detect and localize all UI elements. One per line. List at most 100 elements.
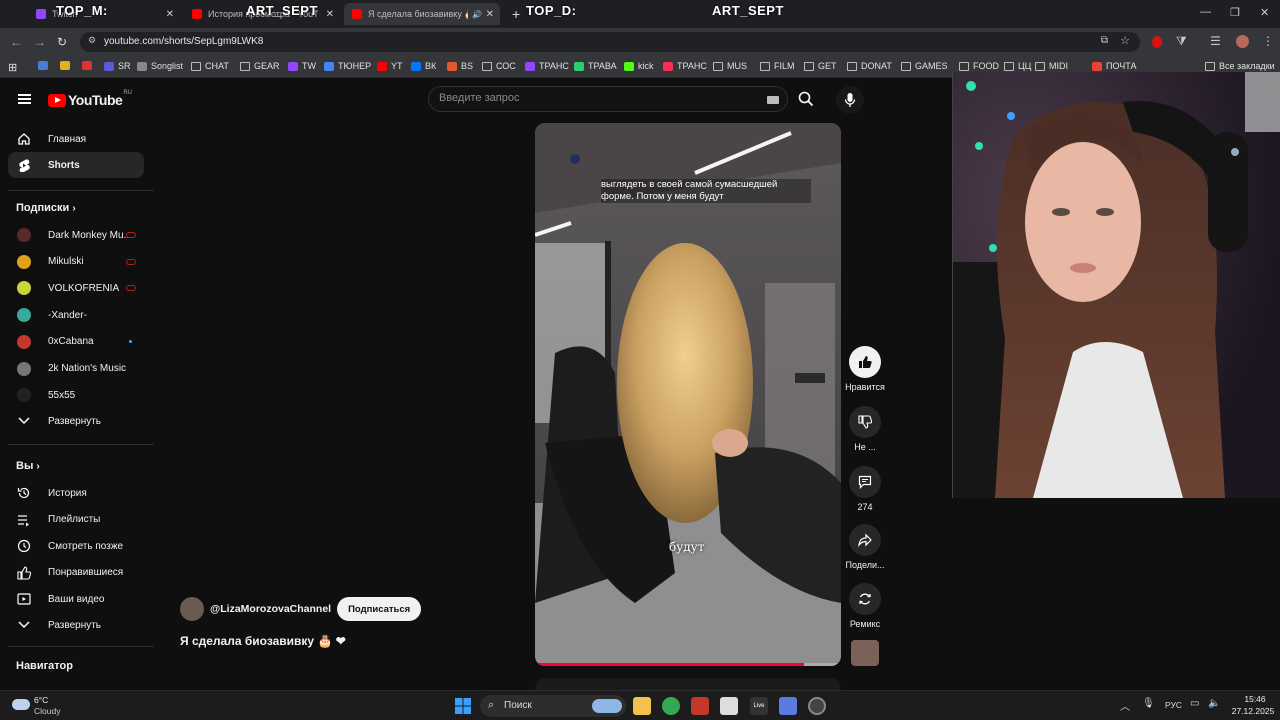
bookmark-icon-3[interactable] — [82, 61, 96, 70]
sidebar-subscription-item[interactable]: Mikulski — [8, 249, 144, 275]
minimize-icon[interactable]: — — [1200, 6, 1211, 18]
app-icon-red[interactable] — [691, 697, 709, 715]
next-short-preview[interactable] — [535, 678, 841, 690]
sidebar-item-history[interactable]: История — [8, 480, 144, 506]
menu-icon[interactable] — [18, 94, 31, 104]
sidebar-subscription-item[interactable]: Dark Monkey Mu... — [8, 222, 144, 248]
short-title[interactable]: Я сделала биозавивку 🎂 ❤ — [180, 634, 346, 648]
extension-opera-icon[interactable] — [1152, 36, 1162, 48]
comments-button[interactable]: 274 — [843, 466, 887, 512]
site-info-icon[interactable]: ⚙ — [88, 35, 96, 46]
bookmark-item[interactable]: ТЮНЕР — [324, 61, 371, 71]
obs-icon[interactable] — [808, 697, 826, 715]
expand-subscriptions-button[interactable]: Развернуть — [8, 408, 144, 434]
install-app-icon[interactable]: ⧉ — [1101, 35, 1108, 46]
dislike-button[interactable]: Не ... — [843, 406, 887, 452]
sidebar-item-your-videos[interactable]: Ваши видео — [8, 586, 144, 612]
sound-thumbnail[interactable] — [851, 640, 879, 666]
bookmark-item[interactable]: ТРАВА — [574, 61, 617, 71]
search-box[interactable] — [428, 86, 788, 112]
bookmark-item[interactable]: ПОЧТА — [1092, 61, 1136, 71]
sidebar-item-watch-later[interactable]: Смотреть позже — [8, 533, 144, 559]
browser-menu-icon[interactable]: ⋮ — [1262, 34, 1274, 48]
app-icon-paint[interactable] — [720, 697, 738, 715]
close-tab-icon[interactable]: ✕ — [166, 9, 174, 20]
volume-icon[interactable]: 🔈 — [1208, 698, 1220, 709]
new-tab-button[interactable]: + — [504, 3, 524, 25]
address-bar[interactable]: ⚙ youtube.com/shorts/SepLgm9LWK8 ⧉ ☆ — [80, 32, 1140, 52]
short-video-player[interactable]: выглядеть в своей самой сумасшедшей форм… — [535, 123, 841, 666]
bookmark-item[interactable]: SR — [104, 61, 131, 71]
share-button[interactable]: Подели... — [843, 524, 887, 570]
bookmark-star-icon[interactable]: ☆ — [1120, 34, 1130, 47]
bookmark-item[interactable]: MIDI — [1035, 61, 1068, 71]
windows-start-icon[interactable] — [455, 698, 471, 714]
weather-description[interactable]: Cloudy — [34, 706, 60, 716]
expand-you-button[interactable]: Развернуть — [8, 612, 144, 638]
back-icon[interactable]: ← — [10, 35, 22, 49]
url-text[interactable]: youtube.com/shorts/SepLgm9LWK8 — [104, 36, 263, 47]
bookmark-item[interactable]: ТРАНС — [525, 61, 569, 71]
bookmark-item[interactable]: FILM — [760, 61, 795, 71]
channel-avatar[interactable] — [180, 597, 204, 621]
live-app-icon[interactable]: Live — [750, 697, 768, 715]
subscriptions-heading[interactable]: Подписки › — [16, 202, 76, 214]
bookmark-item[interactable]: kick — [624, 61, 654, 71]
bookmark-icon-2[interactable] — [60, 61, 74, 70]
audio-icon[interactable]: 🔊 — [472, 10, 482, 19]
close-tab-icon[interactable]: ✕ — [486, 9, 494, 20]
bookmark-item[interactable]: CHAT — [191, 61, 229, 71]
cloudy-weather-icon[interactable] — [12, 699, 30, 710]
channel-name[interactable]: @LizaMorozovaChannel — [210, 603, 331, 615]
remix-button[interactable]: Ремикс — [843, 583, 887, 629]
bookmark-item[interactable]: DONAT — [847, 61, 892, 71]
subscribe-button[interactable]: Подписаться — [337, 597, 422, 621]
bookmark-item[interactable]: Songlist — [137, 61, 183, 71]
bookmark-item[interactable]: GET — [804, 61, 837, 71]
apps-grid-icon[interactable]: ⊞ — [8, 61, 17, 74]
search-button[interactable] — [790, 86, 822, 112]
chrome-icon[interactable] — [662, 697, 680, 715]
keyboard-language[interactable]: РУС — [1165, 700, 1182, 710]
bookmark-item[interactable]: YT — [377, 61, 403, 71]
bookmark-item[interactable]: GAMES — [901, 61, 948, 71]
like-button[interactable]: Нравится — [843, 346, 887, 392]
media-controls-icon[interactable]: ☰ — [1210, 34, 1221, 48]
keyboard-icon[interactable] — [767, 96, 779, 104]
youtube-logo[interactable]: YouTube RU — [48, 90, 132, 108]
bookmark-item[interactable]: TW — [288, 61, 316, 71]
weather-temperature[interactable]: 6°C — [34, 695, 48, 705]
bookmark-item[interactable]: BS — [447, 61, 473, 71]
sidebar-item-home[interactable]: Главная — [8, 126, 144, 152]
tray-chevron-icon[interactable]: ︿ — [1120, 698, 1130, 713]
bookmark-item[interactable]: GEAR — [240, 61, 280, 71]
network-icon[interactable]: ▭ — [1190, 698, 1199, 709]
sidebar-subscription-item[interactable]: 55x55 — [8, 382, 144, 408]
bookmark-item[interactable]: ТРАНС — [663, 61, 707, 71]
reload-icon[interactable]: ↻ — [57, 35, 67, 49]
sidebar-subscription-item[interactable]: VOLKOFRENIA — [8, 275, 144, 301]
forward-icon[interactable]: → — [34, 35, 46, 49]
sidebar-item-playlists[interactable]: Плейлисты — [8, 507, 144, 533]
bookmark-item[interactable]: FOOD — [959, 61, 999, 71]
taskbar-search[interactable]: ⌕ Поиск — [480, 695, 626, 717]
progress-bar[interactable] — [535, 663, 805, 666]
bookmark-item[interactable]: Все закладки — [1205, 61, 1275, 71]
sidebar-item-shorts[interactable]: Shorts — [8, 152, 144, 178]
microphone-tray-icon[interactable]: 🎙 — [1142, 698, 1155, 709]
bookmark-item[interactable]: ВК — [411, 61, 436, 71]
sidebar-subscription-item[interactable]: 0xCabana — [8, 329, 144, 355]
search-input[interactable] — [439, 92, 739, 104]
profile-avatar[interactable] — [1236, 35, 1249, 48]
close-window-icon[interactable]: ✕ — [1260, 6, 1269, 19]
bookmark-icon-1[interactable] — [38, 61, 52, 70]
restore-icon[interactable]: ❐ — [1230, 6, 1240, 19]
bookmark-item[interactable]: MUS — [713, 61, 747, 71]
close-tab-icon[interactable]: ✕ — [326, 9, 334, 20]
voice-search-button[interactable] — [836, 86, 864, 114]
you-heading[interactable]: Вы › — [16, 460, 40, 472]
file-explorer-icon[interactable] — [633, 697, 651, 715]
bookmark-item[interactable]: СОС — [482, 61, 516, 71]
sidebar-subscription-item[interactable]: 2k Nation's Music — [8, 356, 144, 382]
clock-date[interactable]: 27.12.2025 — [1228, 706, 1278, 716]
